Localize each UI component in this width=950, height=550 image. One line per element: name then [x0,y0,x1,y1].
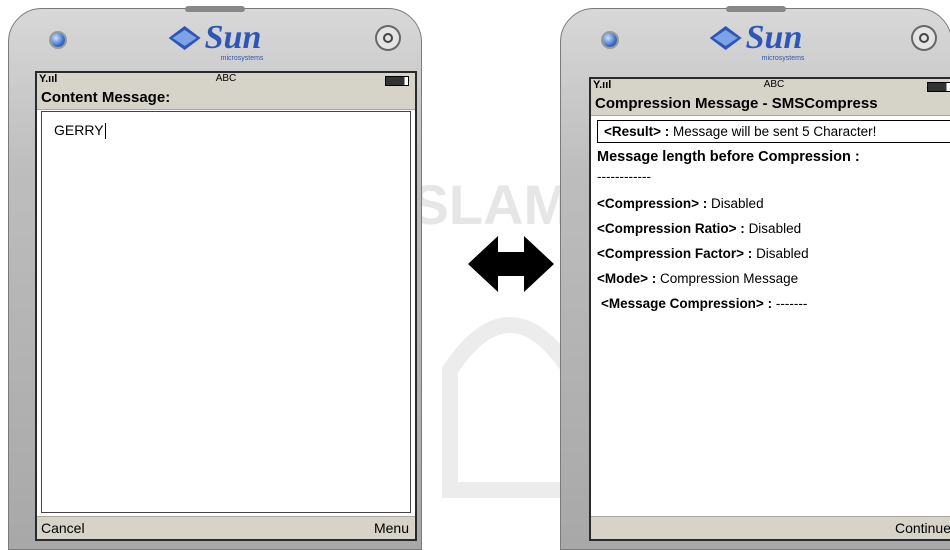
length-value: ------------ [597,169,651,184]
double-arrow-icon [468,236,554,292]
message-compression-row: <Message Compression> : ------- [597,296,950,311]
text-caret [104,123,106,140]
sun-logo: Sun microsystems [168,19,263,62]
sun-logo: Sun microsystems [709,19,804,62]
factor-label: <Compression Factor> : [597,246,753,261]
compression-label: <Compression> : [597,196,708,211]
ratio-label: <Compression Ratio> : [597,221,745,236]
result-row: <Result> : Message will be sent 5 Charac… [597,120,950,143]
brand-name: Sun [745,19,803,56]
brand-name: Sun [204,19,262,56]
status-bar: Y.ııl ABC [37,73,415,87]
mode-value: Compression Message [660,271,799,286]
input-mode: ABC [215,73,237,84]
factor-row: <Compression Factor> : Disabled [597,246,950,261]
sun-logo-icon [168,26,201,50]
battery-icon [385,76,409,86]
mode-row: <Mode> : Compression Message [597,271,950,286]
compression-result-panel: <Result> : Message will be sent 5 Charac… [591,116,950,325]
brand-sub: microsystems [761,55,805,62]
softkey-bar: Cancel Menu [37,516,415,539]
left-phone-emulator: Sun microsystems Y.ııl ABC Content Messa… [8,6,422,550]
compression-row: <Compression> : Disabled [597,196,950,211]
signal-icon: Y.ııl [39,73,58,85]
result-label: <Result> : [604,124,670,139]
input-mode: ABC [763,79,785,90]
led-indicator-icon [51,33,65,47]
mode-label: <Mode> : [597,271,657,286]
length-heading: Message length before Compression : [597,149,860,165]
result-value: Message will be sent 5 Character! [673,124,877,139]
menu-softkey[interactable]: Menu [374,520,409,536]
screen-title: Content Message: [37,87,415,110]
cancel-softkey[interactable]: Cancel [41,520,85,536]
right-phone-screen: Y.ııl ABC Compression Message - SMSCompr… [589,77,950,541]
ratio-row: <Compression Ratio> : Disabled [597,221,950,236]
led-indicator-icon [603,33,617,47]
sun-logo-icon [709,26,742,50]
signal-icon: Y.ııl [593,79,612,91]
left-phone-screen: Y.ııl ABC Content Message: GERRY Cancel … [35,71,417,541]
ratio-value: Disabled [748,221,802,236]
brand-sub: microsystems [220,55,264,62]
message-text-value: GERRY [54,122,104,138]
message-compression-label: <Message Compression> : [601,296,773,311]
continue-softkey[interactable]: Continue [895,520,950,536]
power-button-icon[interactable] [375,25,401,51]
power-button-icon[interactable] [911,25,937,51]
phone-top-notch [726,6,786,12]
phone-top-notch [185,6,245,12]
screen-title: Compression Message - SMSCompress [591,93,950,116]
status-bar: Y.ııl ABC [591,79,950,93]
factor-value: Disabled [756,246,809,261]
right-phone-emulator: Sun microsystems Y.ııl ABC Compression M… [560,6,950,550]
watermark-arc-text: ISLAM [396,173,570,236]
softkey-bar: Continue [591,516,950,539]
message-compression-value: ------- [775,296,808,311]
compression-value: Disabled [711,196,764,211]
battery-icon [927,82,950,92]
message-text-field[interactable]: GERRY [41,111,411,513]
